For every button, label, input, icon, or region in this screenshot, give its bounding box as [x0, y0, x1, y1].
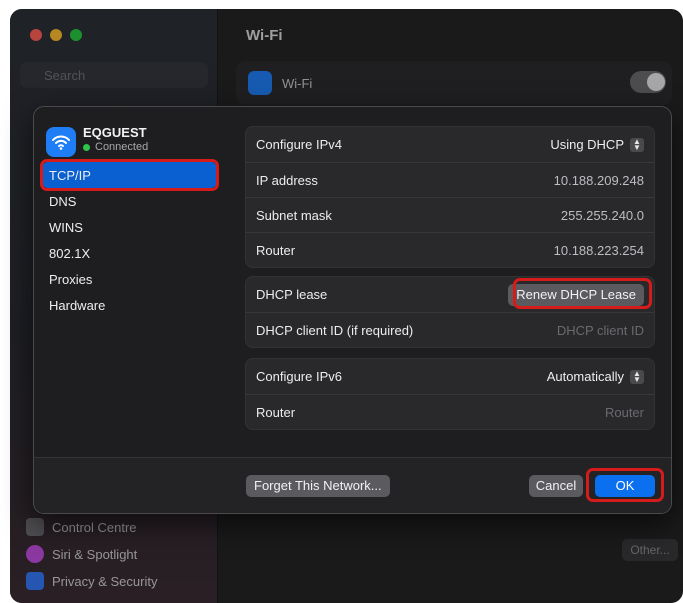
- ipv6-router-label: Router: [256, 404, 296, 420]
- tab-wins[interactable]: WINS: [42, 214, 217, 240]
- configure-ipv4-row: Configure IPv4 Using DHCP ▲ ▼: [246, 127, 654, 162]
- configure-ipv6-label: Configure IPv6: [256, 369, 342, 384]
- tab-dns[interactable]: DNS: [42, 188, 217, 214]
- tab-proxies[interactable]: Proxies: [42, 266, 217, 292]
- router-value: 10.188.223.254: [553, 242, 644, 258]
- dhcp-client-id-field[interactable]: DHCP client ID: [557, 323, 644, 338]
- tab-hardware[interactable]: Hardware: [42, 292, 217, 318]
- configure-ipv4-popup[interactable]: Using DHCP ▲ ▼: [550, 137, 644, 152]
- tcp-ip-highlight: [40, 159, 219, 191]
- router-label: Router: [256, 242, 296, 258]
- subnet-mask-row: Subnet mask 255.255.240.0: [246, 197, 654, 232]
- configure-ipv6-popup[interactable]: Automatically ▲ ▼: [547, 369, 644, 384]
- configure-ipv6-row: Configure IPv6 Automatically ▲ ▼: [246, 359, 654, 394]
- subnet-mask-value: 255.255.240.0: [560, 207, 644, 223]
- cancel-button[interactable]: Cancel: [529, 475, 583, 497]
- up-down-chevron-icon: ▲ ▼: [630, 137, 644, 152]
- configure-ipv4-value: Using DHCP: [550, 137, 624, 152]
- tab-802-1x[interactable]: 802.1X: [42, 240, 217, 266]
- router-row: Router 10.188.223.254: [246, 232, 654, 267]
- green-dot-icon: [83, 143, 90, 151]
- ok-highlight: [586, 468, 664, 502]
- sheet-footer: Forget This Network... Cancel OK: [34, 457, 671, 513]
- ipv4-card: Configure IPv4 Using DHCP ▲ ▼ IP address …: [245, 126, 655, 268]
- configure-ipv4-label: Configure IPv4: [256, 137, 342, 152]
- configure-ipv6-value: Automatically: [546, 369, 624, 384]
- network-name: EQGUEST: [83, 125, 147, 140]
- dhcp-client-id-row: DHCP client ID (if required) DHCP client…: [246, 312, 654, 347]
- dhcp-lease-label: DHCP lease: [256, 287, 328, 302]
- wifi-icon: [46, 127, 76, 157]
- subnet-mask-label: Subnet mask: [256, 207, 332, 223]
- ip-address-label: IP address: [256, 172, 318, 188]
- details-sidebar: EQGUEST Connected TCP/IP DNS WINS 802.1X…: [34, 107, 222, 457]
- ip-address-value: 10.188.209.248: [553, 172, 644, 188]
- network-details-sheet: EQGUEST Connected TCP/IP DNS WINS 802.1X…: [33, 106, 672, 514]
- ipv6-card: Configure IPv6 Automatically ▲ ▼ Router R…: [245, 358, 655, 430]
- renew-highlight: [513, 278, 652, 309]
- ip-address-row: IP address 10.188.209.248: [246, 162, 654, 197]
- up-down-chevron-icon: ▲ ▼: [630, 369, 644, 384]
- forget-network-button[interactable]: Forget This Network...: [246, 475, 390, 497]
- network-status-label: Connected: [95, 141, 149, 153]
- network-status: Connected: [83, 141, 148, 153]
- dhcp-client-id-label: DHCP client ID (if required): [256, 322, 414, 338]
- ipv6-router-row: Router Router: [246, 394, 654, 429]
- ipv6-router-field[interactable]: Router: [605, 405, 644, 420]
